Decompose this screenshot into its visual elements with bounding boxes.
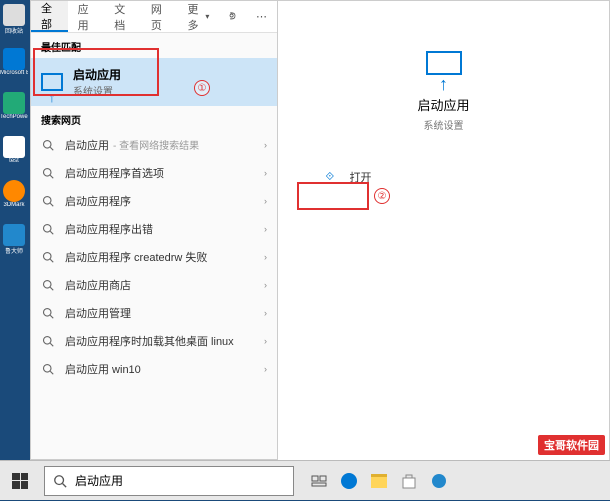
desktop-icons-column: 回收站 Microsoft Edge TechPower GPU-... tes…	[0, 0, 30, 460]
search-icon	[41, 222, 55, 236]
search-input[interactable]	[75, 474, 285, 488]
search-icon	[41, 306, 55, 320]
app-icon[interactable]	[424, 466, 454, 496]
best-match-result[interactable]: 启动应用 系统设置	[31, 58, 277, 106]
more-options-icon[interactable]: ⋯	[246, 1, 277, 32]
web-result[interactable]: 启动应用程序›	[31, 187, 277, 215]
edge-icon[interactable]	[334, 466, 364, 496]
tab-docs[interactable]: 文档	[104, 1, 141, 32]
preview-panel: 启动应用 系统设置 ⟐ 打开	[278, 0, 610, 460]
result-text: 启动应用程序时加载其他桌面 linux	[65, 333, 264, 349]
result-text: 启动应用- 查看网络搜索结果	[65, 137, 264, 153]
taskbar-pinned-apps	[304, 466, 454, 496]
chevron-right-icon: ›	[264, 280, 267, 290]
chevron-right-icon: ›	[264, 140, 267, 150]
taskbar	[0, 460, 610, 500]
result-text: 启动应用程序出错	[65, 221, 264, 237]
result-text: 启动应用程序 createdrw 失败	[65, 249, 264, 265]
result-text: 启动应用程序	[65, 193, 264, 209]
chevron-right-icon: ›	[264, 336, 267, 346]
explorer-icon[interactable]	[364, 466, 394, 496]
tab-more[interactable]: 更多	[178, 1, 220, 32]
store-icon[interactable]	[394, 466, 424, 496]
section-web-header: 搜索网页	[31, 106, 277, 131]
desktop-icon-ludashi[interactable]: 鲁大师	[0, 224, 28, 264]
start-button[interactable]	[0, 461, 40, 501]
search-results-panel: 全部 应用 文档 网页 更多 ⟄ ⋯ 最佳匹配 启动应用 系统设置 搜索网页 启…	[30, 0, 278, 460]
preview-subtitle: 系统设置	[424, 117, 464, 132]
result-text: 启动应用程序首选项	[65, 165, 264, 181]
tab-all[interactable]: 全部	[31, 1, 68, 32]
open-label: 打开	[350, 169, 372, 185]
desktop-icon-test[interactable]: test	[0, 136, 28, 176]
watermark: 宝哥软件园	[537, 434, 606, 456]
search-icon	[41, 362, 55, 376]
best-match-title: 启动应用	[73, 66, 121, 83]
web-result[interactable]: 启动应用商店›	[31, 271, 277, 299]
search-icon	[41, 278, 55, 292]
chevron-right-icon: ›	[264, 308, 267, 318]
tab-apps[interactable]: 应用	[68, 1, 105, 32]
windows-logo-icon	[12, 473, 28, 489]
web-result[interactable]: 启动应用程序出错›	[31, 215, 277, 243]
startup-apps-icon	[41, 71, 63, 93]
section-best-match-header: 最佳匹配	[31, 33, 277, 58]
desktop-icon-edge[interactable]: Microsoft Edge	[0, 48, 28, 88]
result-text: 启动应用管理	[65, 305, 264, 321]
result-text: 启动应用商店	[65, 277, 264, 293]
tab-web[interactable]: 网页	[141, 1, 178, 32]
chevron-right-icon: ›	[264, 224, 267, 234]
result-text: 启动应用 win10	[65, 361, 264, 377]
web-result[interactable]: 启动应用 win10›	[31, 355, 277, 383]
search-icon	[41, 334, 55, 348]
preview-startup-icon	[422, 41, 466, 85]
feedback-icon[interactable]: ⟄	[219, 1, 246, 32]
desktop-icon-recycle[interactable]: 回收站	[0, 4, 28, 44]
search-icon	[41, 250, 55, 264]
web-result[interactable]: 启动应用管理›	[31, 299, 277, 327]
web-result[interactable]: 启动应用程序时加载其他桌面 linux›	[31, 327, 277, 355]
search-icon	[41, 138, 55, 152]
web-result[interactable]: 启动应用程序首选项›	[31, 159, 277, 187]
taskbar-search-box[interactable]	[44, 466, 294, 496]
chevron-right-icon: ›	[264, 252, 267, 262]
web-result[interactable]: 启动应用- 查看网络搜索结果›	[31, 131, 277, 159]
chevron-right-icon: ›	[264, 168, 267, 178]
search-icon	[53, 474, 67, 488]
task-view-icon[interactable]	[304, 466, 334, 496]
open-action[interactable]: ⟐ 打开	[314, 162, 574, 192]
best-match-subtitle: 系统设置	[73, 83, 121, 98]
search-filter-tabs: 全部 应用 文档 网页 更多 ⟄ ⋯	[31, 1, 277, 33]
desktop-icon-gpu[interactable]: TechPower GPU-...	[0, 92, 28, 132]
chevron-right-icon: ›	[264, 196, 267, 206]
web-results-list: 启动应用- 查看网络搜索结果› 启动应用程序首选项› 启动应用程序› 启动应用程…	[31, 131, 277, 459]
open-icon: ⟐	[326, 171, 340, 184]
chevron-right-icon: ›	[264, 364, 267, 374]
search-icon	[41, 194, 55, 208]
desktop-icon-3dmark[interactable]: 3DMark	[0, 180, 28, 220]
preview-title: 启动应用	[417, 95, 469, 114]
search-icon	[41, 166, 55, 180]
web-result[interactable]: 启动应用程序 createdrw 失败›	[31, 243, 277, 271]
